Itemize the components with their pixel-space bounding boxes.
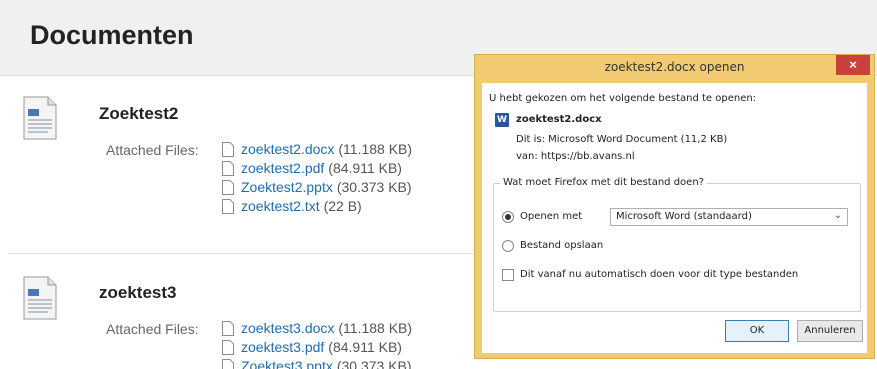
- close-button[interactable]: ×: [836, 55, 870, 75]
- application-select-value: Microsoft Word (standaard): [616, 211, 752, 222]
- dialog-body: U hebt gekozen om het volgende bestand t…: [482, 83, 867, 353]
- chevron-down-icon: ⌄: [833, 210, 842, 221]
- file-size: (11.188 KB): [338, 141, 413, 157]
- document-icon: [23, 276, 57, 320]
- attached-files-label: Attached Files:: [106, 142, 199, 158]
- file-size: (84.911 KB): [328, 160, 402, 176]
- divider: [8, 253, 474, 254]
- dialog-titlebar[interactable]: zoektest2.docx openen ×: [475, 55, 874, 81]
- file-icon: [222, 321, 234, 336]
- file-link[interactable]: zoektest3.pdf: [241, 338, 324, 357]
- file-icon: [222, 199, 234, 214]
- open-with-label[interactable]: Openen met: [520, 211, 582, 222]
- list-item: Zoektest3.pptx (30.373 KB): [222, 357, 412, 369]
- page: Documenten Zoektest2 Attached Files: zoe…: [0, 0, 877, 369]
- attached-files-list: zoektest2.docx (11.188 KB) zoektest2.pdf…: [222, 140, 412, 216]
- file-icon: [222, 359, 234, 369]
- group-label: Wat moet Firefox met dit bestand doen?: [500, 177, 707, 188]
- auto-action-label[interactable]: Dit vanaf nu automatisch doen voor dit t…: [520, 269, 798, 280]
- cancel-button[interactable]: Annuleren: [797, 320, 863, 342]
- file-source-info: van: https://bb.avans.nl: [516, 151, 635, 162]
- dialog-title: zoektest2.docx openen: [604, 60, 745, 74]
- list-item: zoektest2.txt (22 B): [222, 197, 412, 216]
- file-type-info: Dit is: Microsoft Word Document (11,2 KB…: [516, 134, 728, 145]
- document-icon: [23, 96, 57, 140]
- file-link[interactable]: Zoektest2.pptx: [241, 178, 333, 197]
- file-link[interactable]: Zoektest3.pptx: [241, 357, 333, 369]
- open-file-dialog: zoektest2.docx openen × U hebt gekozen o…: [474, 54, 875, 359]
- list-item: Zoektest2.pptx (30.373 KB): [222, 178, 412, 197]
- file-link[interactable]: zoektest3.docx: [241, 319, 334, 338]
- list-item: zoektest2.pdf (84.911 KB): [222, 159, 412, 178]
- list-item: zoektest3.pdf (84.911 KB): [222, 338, 412, 357]
- ok-button[interactable]: OK: [725, 320, 789, 342]
- file-size: (22 B): [323, 198, 362, 214]
- close-icon: ×: [849, 57, 857, 72]
- file-icon: [222, 161, 234, 176]
- save-file-label[interactable]: Bestand opslaan: [520, 240, 603, 251]
- dialog-filename: zoektest2.docx: [516, 114, 602, 125]
- application-select[interactable]: Microsoft Word (standaard) ⌄: [610, 208, 848, 226]
- file-icon: [222, 142, 234, 157]
- file-size: (84.911 KB): [328, 339, 402, 355]
- file-link[interactable]: zoektest2.pdf: [241, 159, 324, 178]
- action-groupbox: Wat moet Firefox met dit bestand doen? O…: [493, 177, 861, 312]
- save-file-radio[interactable]: [502, 240, 514, 252]
- auto-action-checkbox[interactable]: [502, 269, 514, 281]
- file-size: (11.188 KB): [338, 320, 413, 336]
- file-icon: [222, 180, 234, 195]
- dialog-prompt: U hebt gekozen om het volgende bestand t…: [489, 93, 757, 104]
- file-size: (30.373 KB): [336, 179, 412, 195]
- page-title: Documenten: [30, 20, 194, 50]
- word-document-icon: W: [495, 113, 509, 127]
- file-size: (30.373 KB): [336, 358, 412, 369]
- document-title[interactable]: Zoektest2: [99, 104, 178, 124]
- document-title[interactable]: zoektest3: [99, 283, 176, 303]
- file-icon: [222, 340, 234, 355]
- attached-files-label: Attached Files:: [106, 321, 199, 337]
- open-with-radio[interactable]: [502, 211, 514, 223]
- list-item: zoektest3.docx (11.188 KB): [222, 319, 412, 338]
- attached-files-list: zoektest3.docx (11.188 KB) zoektest3.pdf…: [222, 319, 412, 369]
- file-link[interactable]: zoektest2.txt: [241, 197, 320, 216]
- list-item: zoektest2.docx (11.188 KB): [222, 140, 412, 159]
- file-link[interactable]: zoektest2.docx: [241, 140, 334, 159]
